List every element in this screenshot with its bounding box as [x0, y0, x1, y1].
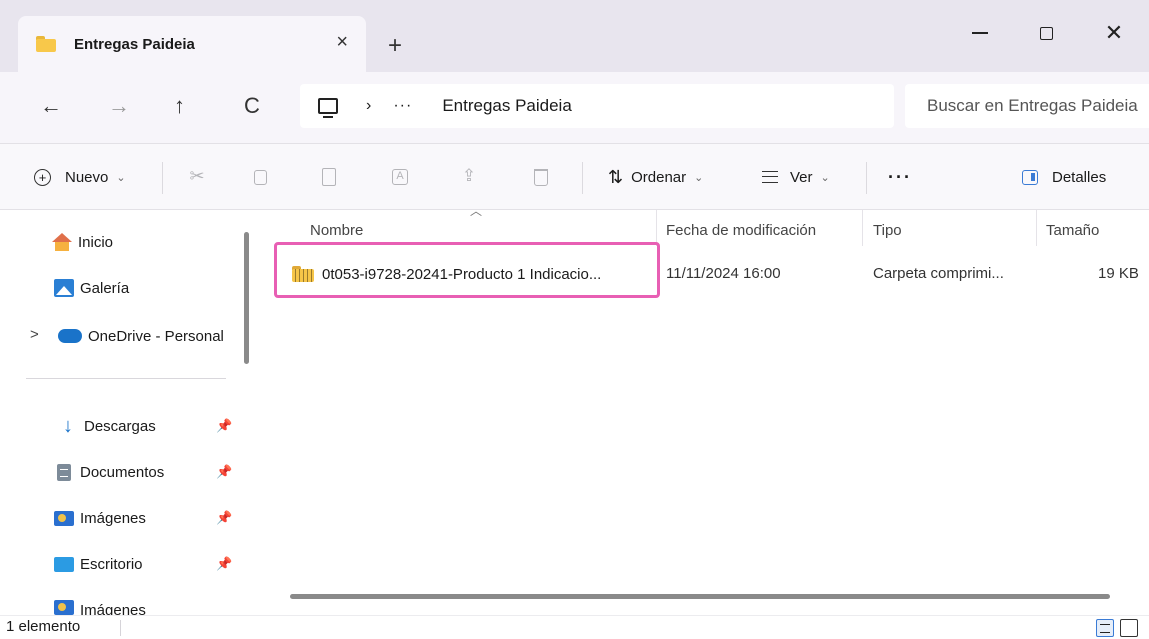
sidebar-item-label: Inicio [78, 233, 114, 251]
zip-folder-icon [292, 266, 314, 282]
title-bar: Entregas Paideia × + ✕ [0, 0, 1149, 72]
sidebar-item-label: Galería [80, 279, 130, 297]
breadcrumb-overflow-icon[interactable]: ··· [393, 97, 412, 115]
more-options-button[interactable]: ··· [888, 144, 912, 210]
download-icon: ↓ [63, 415, 73, 437]
view-lines-icon [762, 171, 778, 183]
address-bar-row: ← → ↑ C › ··· Entregas Paideia Buscar en… [0, 72, 1149, 144]
breadcrumb-chevron-icon[interactable]: › [366, 97, 371, 115]
back-arrow-icon[interactable]: ← [40, 94, 62, 118]
pin-icon[interactable]: 📌 [216, 464, 232, 480]
pin-icon[interactable]: 📌 [216, 510, 232, 526]
sort-ascending-icon: ︿ [470, 204, 483, 218]
delete-icon[interactable] [534, 169, 548, 186]
up-arrow-icon[interactable]: ↑ [174, 94, 185, 118]
home-icon [52, 233, 72, 251]
details-button-label: Detalles [1052, 168, 1107, 186]
address-path-box[interactable]: › ··· Entregas Paideia [300, 84, 894, 128]
copy-icon[interactable] [254, 170, 267, 185]
documents-icon [57, 463, 71, 481]
expand-chevron-icon[interactable]: > [30, 326, 39, 343]
search-input[interactable]: Buscar en Entregas Paideia [905, 84, 1149, 128]
this-pc-icon[interactable] [318, 98, 338, 118]
sidebar-item-label: Imágenes [80, 602, 146, 615]
column-divider[interactable] [862, 210, 863, 246]
images-icon [54, 600, 74, 615]
breadcrumb-current-folder[interactable]: Entregas Paideia [442, 96, 571, 116]
desktop-icon [54, 556, 74, 572]
new-tab-button[interactable]: + [388, 34, 402, 58]
maximize-button[interactable] [1026, 18, 1066, 48]
column-header-fecha[interactable]: Fecha de modificación [666, 222, 816, 246]
sidebar-item-label: Escritorio [80, 555, 143, 573]
sidebar-item-label: Imágenes [80, 509, 146, 527]
details-pane-icon [1022, 169, 1038, 185]
sidebar-item-label: OneDrive - Personal [88, 327, 224, 345]
sort-arrows-icon: ⇅ [608, 166, 624, 187]
sidebar-item-label: Descargas [84, 417, 156, 435]
details-view-toggle[interactable] [1096, 619, 1114, 637]
close-window-button[interactable]: ✕ [1094, 18, 1134, 48]
minimize-button[interactable] [960, 18, 1000, 48]
sort-button[interactable]: ⇅ Ordenar ⌄ [608, 144, 703, 210]
plus-circle-icon: + [34, 168, 51, 186]
chevron-down-icon: ⌄ [116, 171, 126, 184]
table-row[interactable]: 0t053-i9728-20241-Producto 1 Indicacio..… [260, 258, 1149, 290]
view-button-label: Ver [790, 168, 813, 186]
minimize-icon [972, 32, 988, 34]
tiles-view-toggle[interactable] [1120, 619, 1138, 637]
new-button-label: Nuevo [65, 168, 109, 186]
folder-icon [36, 36, 56, 52]
gallery-icon [54, 279, 74, 297]
sidebar-divider [26, 378, 226, 379]
file-size: 19 KB [1098, 265, 1139, 282]
images-icon [54, 510, 74, 526]
details-pane-button[interactable]: Detalles [1022, 144, 1106, 210]
file-modified-date: 11/11/2024 16:00 [666, 265, 781, 282]
pin-icon[interactable]: 📌 [216, 556, 232, 572]
cut-icon[interactable]: ✂ [188, 166, 206, 186]
horizontal-scrollbar[interactable] [290, 594, 1110, 599]
column-header-tipo[interactable]: Tipo [873, 222, 902, 246]
tab-entregas-paideia[interactable]: Entregas Paideia × [18, 16, 366, 72]
refresh-icon[interactable]: C [244, 94, 260, 118]
command-divider [866, 162, 867, 194]
file-name: 0t053-i9728-20241-Producto 1 Indicacio..… [322, 265, 602, 283]
item-count: 1 elemento [6, 618, 81, 635]
pin-icon[interactable]: 📌 [216, 418, 232, 434]
column-divider[interactable] [656, 210, 657, 246]
tab-close-icon[interactable]: × [336, 32, 348, 52]
command-divider [162, 162, 163, 194]
paste-icon[interactable] [322, 168, 336, 186]
new-button[interactable]: + Nuevo ⌄ [34, 144, 126, 210]
chevron-down-icon: ⌄ [694, 171, 704, 184]
status-divider [120, 620, 121, 636]
share-icon[interactable]: ⇪ [460, 166, 478, 186]
navigation-pane: Inicio Galería > OneDrive - Personal ↓ D… [0, 210, 260, 615]
sidebar-scrollbar[interactable] [244, 232, 249, 364]
command-bar: + Nuevo ⌄ ✂ A ⇪ ⇅ Ordenar ⌄ Ver ⌄ ··· De… [0, 144, 1149, 210]
column-header-nombre[interactable]: Nombre [310, 222, 363, 246]
command-divider [582, 162, 583, 194]
tab-title: Entregas Paideia [74, 35, 195, 53]
sort-button-label: Ordenar [631, 168, 687, 186]
file-name-cell[interactable]: 0t053-i9728-20241-Producto 1 Indicacio..… [292, 258, 601, 290]
view-button[interactable]: Ver ⌄ [762, 144, 830, 210]
status-bar: 1 elemento [0, 615, 1149, 639]
column-header-tamano[interactable]: Tamaño [1046, 222, 1099, 246]
sidebar-item-label: Documentos [80, 463, 165, 481]
rename-icon[interactable]: A [392, 169, 408, 185]
file-type: Carpeta comprimi... [873, 265, 1004, 282]
chevron-down-icon: ⌄ [820, 171, 830, 184]
column-divider[interactable] [1036, 210, 1037, 246]
forward-arrow-icon[interactable]: → [108, 94, 130, 118]
onedrive-icon [58, 329, 82, 343]
file-list: Nombre ︿ Fecha de modificación Tipo Tama… [260, 204, 1149, 615]
maximize-icon [1039, 26, 1053, 40]
